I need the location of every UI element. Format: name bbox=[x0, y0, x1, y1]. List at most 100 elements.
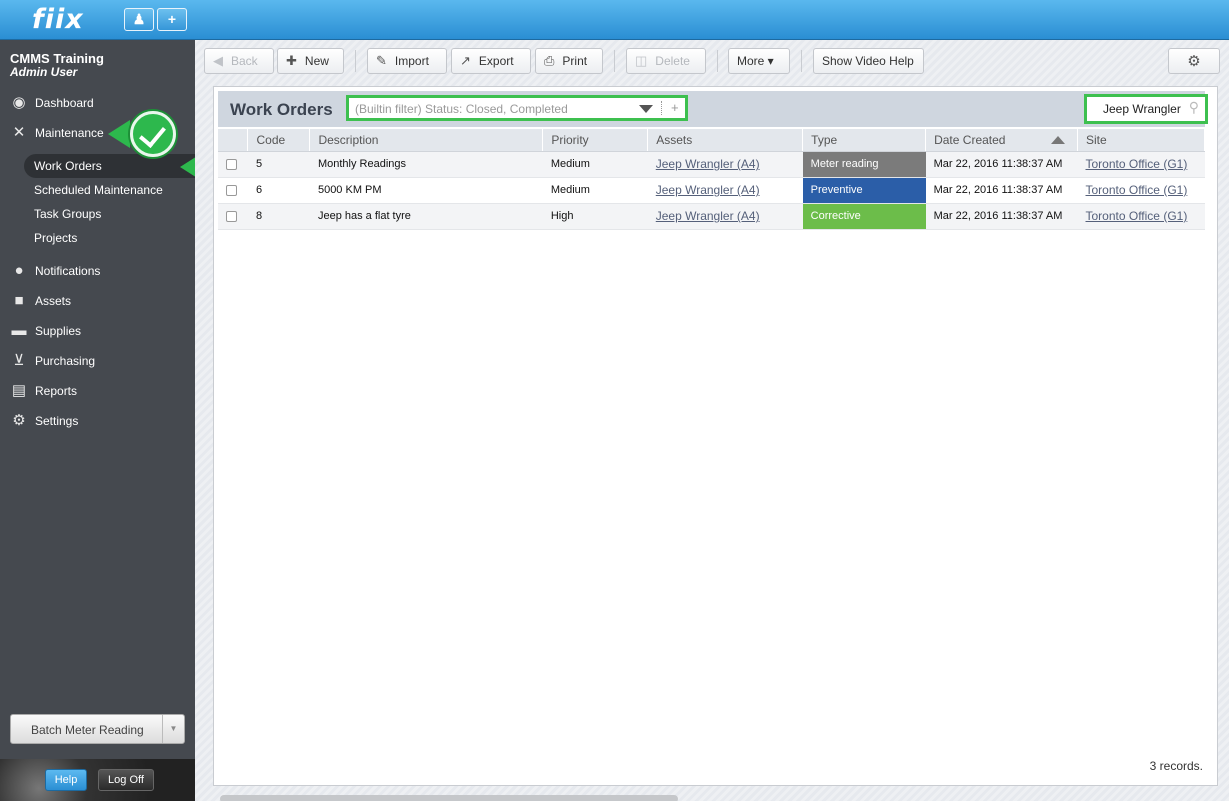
column-header-assets[interactable]: Assets bbox=[647, 129, 804, 152]
sidebar-item-purchasing[interactable]: ⊻ Purchasing bbox=[10, 350, 96, 372]
row-checkbox[interactable] bbox=[226, 184, 237, 196]
more-dropdown-button[interactable]: More ▾ bbox=[728, 48, 790, 74]
check-icon bbox=[130, 111, 176, 157]
search-value: Jeep Wrangler bbox=[1103, 102, 1181, 116]
site-link[interactable]: Toronto Office (G1) bbox=[1086, 209, 1188, 223]
print-button[interactable]: ⎙ Print bbox=[535, 48, 603, 74]
annotation-pointer bbox=[108, 120, 130, 148]
horizontal-scrollbar[interactable] bbox=[220, 795, 678, 801]
cell-date-created: Mar 22, 2016 11:38:37 AM bbox=[925, 151, 1078, 178]
sidebar-item-supplies[interactable]: ▬ Supplies bbox=[10, 320, 82, 342]
sidebar-subitem-projects[interactable]: Projects bbox=[34, 228, 77, 248]
new-document-icon: ✚ bbox=[286, 53, 297, 68]
sidebar-item-settings[interactable]: ⚙ Settings bbox=[10, 410, 78, 432]
cell-code: 6 bbox=[247, 177, 310, 204]
export-button[interactable]: ↗ Export bbox=[451, 48, 531, 74]
sidebar-item-reports[interactable]: ▤ Reports bbox=[10, 380, 77, 402]
asset-link[interactable]: Jeep Wrangler (A4) bbox=[656, 183, 760, 197]
log-off-button[interactable]: Log Off bbox=[98, 769, 154, 791]
cell-description: Monthly Readings bbox=[309, 151, 543, 178]
export-icon: ↗ bbox=[460, 53, 471, 68]
chat-bubble-icon: ● bbox=[14, 262, 24, 279]
column-header-priority[interactable]: Priority bbox=[542, 129, 649, 152]
sidebar-item-maintenance[interactable]: ✕ Maintenance bbox=[10, 122, 104, 144]
sidebar-footer: Help Log Off bbox=[0, 759, 195, 801]
show-video-help-button[interactable]: Show Video Help bbox=[813, 48, 924, 74]
truck-icon: ▬ bbox=[11, 322, 27, 339]
panel-header: Work Orders (Builtin filter) Status: Clo… bbox=[218, 91, 1208, 127]
user-icon: ♟ bbox=[132, 11, 146, 27]
asset-link[interactable]: Jeep Wrangler (A4) bbox=[656, 209, 760, 223]
table-header-row: Code Description Priority Assets Type Da… bbox=[218, 129, 1205, 152]
trash-icon: ◫ bbox=[635, 53, 648, 68]
chevron-down-icon[interactable] bbox=[639, 105, 653, 113]
sidebar-subitem-work-orders[interactable]: Work Orders bbox=[34, 156, 102, 176]
column-header-type[interactable]: Type bbox=[802, 129, 927, 152]
back-button[interactable]: ◀ Back bbox=[204, 48, 274, 74]
add-button[interactable]: + bbox=[157, 8, 187, 31]
fiix-logo[interactable]: fiix bbox=[32, 4, 84, 35]
add-filter-icon[interactable]: + bbox=[671, 100, 679, 115]
settings-button[interactable]: ⚙ bbox=[1168, 48, 1220, 74]
cell-code: 8 bbox=[247, 203, 310, 230]
column-header-site[interactable]: Site bbox=[1077, 129, 1205, 152]
gear-icon: ⚙ bbox=[1187, 53, 1201, 70]
toolbar-divider bbox=[801, 50, 802, 72]
chevron-down-icon[interactable]: ▼ bbox=[162, 715, 184, 743]
sidebar-item-assets[interactable]: ■ Assets bbox=[10, 290, 71, 312]
help-button[interactable]: Help bbox=[45, 769, 87, 791]
column-header-select[interactable] bbox=[218, 129, 249, 152]
toolbar-divider bbox=[614, 50, 615, 72]
new-button[interactable]: ✚ New bbox=[277, 48, 344, 74]
sidebar-subitem-task-groups[interactable]: Task Groups bbox=[34, 204, 101, 224]
box-icon: ■ bbox=[14, 292, 24, 309]
site-link[interactable]: Toronto Office (G1) bbox=[1086, 183, 1188, 197]
filter-dropdown[interactable]: (Builtin filter) Status: Closed, Complet… bbox=[346, 95, 688, 121]
table-row[interactable]: 6 5000 KM PM Medium Jeep Wrangler (A4) P… bbox=[218, 177, 1205, 204]
org-name: CMMS Training bbox=[10, 51, 104, 66]
gear-icon: ⚙ bbox=[12, 412, 26, 429]
cell-description: 5000 KM PM bbox=[309, 177, 543, 204]
row-checkbox[interactable] bbox=[226, 158, 237, 170]
delete-button[interactable]: ◫ Delete bbox=[626, 48, 706, 74]
toolbar-divider bbox=[355, 50, 356, 72]
filter-text: (Builtin filter) Status: Closed, Complet… bbox=[355, 102, 568, 116]
table-row[interactable]: 5 Monthly Readings Medium Jeep Wrangler … bbox=[218, 151, 1205, 178]
print-icon: ⎙ bbox=[544, 53, 555, 68]
cell-date-created: Mar 22, 2016 11:38:37 AM bbox=[925, 203, 1078, 230]
site-link[interactable]: Toronto Office (G1) bbox=[1086, 157, 1188, 171]
cell-priority: Medium bbox=[542, 151, 648, 178]
page-title: Work Orders bbox=[230, 100, 333, 119]
work-orders-table: Code Description Priority Assets Type Da… bbox=[218, 129, 1205, 230]
sidebar-item-dashboard[interactable]: ◉ Dashboard bbox=[10, 92, 93, 114]
import-button[interactable]: ✎ Import bbox=[367, 48, 447, 74]
cell-code: 5 bbox=[247, 151, 310, 178]
cell-date-created: Mar 22, 2016 11:38:37 AM bbox=[925, 177, 1078, 204]
cell-type: Meter reading bbox=[802, 151, 926, 178]
sidebar-subitem-scheduled-maintenance[interactable]: Scheduled Maintenance bbox=[34, 180, 163, 200]
cell-type: Corrective bbox=[802, 203, 926, 230]
import-icon: ✎ bbox=[376, 53, 387, 68]
arrow-left-icon: ◀ bbox=[213, 53, 223, 68]
row-checkbox[interactable] bbox=[226, 210, 237, 222]
dashboard-icon: ◉ bbox=[12, 94, 26, 111]
search-input[interactable]: Jeep Wrangler ⚲ bbox=[1084, 94, 1208, 124]
column-header-description[interactable]: Description bbox=[309, 129, 544, 152]
search-icon[interactable]: ⚲ bbox=[1189, 99, 1199, 116]
batch-meter-reading-button[interactable]: Batch Meter Reading ▼ bbox=[10, 714, 185, 744]
sidebar-item-notifications[interactable]: ● Notifications bbox=[10, 260, 100, 282]
sort-ascending-icon[interactable] bbox=[1051, 136, 1065, 144]
main-content: ◀ Back ✚ New ✎ Import ↗ Export ⎙ Print ◫… bbox=[195, 40, 1229, 801]
table-row[interactable]: 8 Jeep has a flat tyre High Jeep Wrangle… bbox=[218, 203, 1205, 230]
toolbar-divider bbox=[717, 50, 718, 72]
record-count: 3 records. bbox=[1149, 759, 1203, 773]
column-header-code[interactable]: Code bbox=[247, 129, 311, 152]
user-button[interactable]: ♟ bbox=[124, 8, 154, 31]
column-header-date-created[interactable]: Date Created bbox=[925, 129, 1078, 152]
tools-icon: ✕ bbox=[12, 124, 26, 141]
sidebar: CMMS Training Admin User ◉ Dashboard ✕ M… bbox=[0, 40, 248, 801]
asset-link[interactable]: Jeep Wrangler (A4) bbox=[656, 157, 760, 171]
chart-icon: ▤ bbox=[11, 382, 27, 399]
cell-priority: High bbox=[542, 203, 648, 230]
user-name: Admin User bbox=[10, 65, 78, 79]
